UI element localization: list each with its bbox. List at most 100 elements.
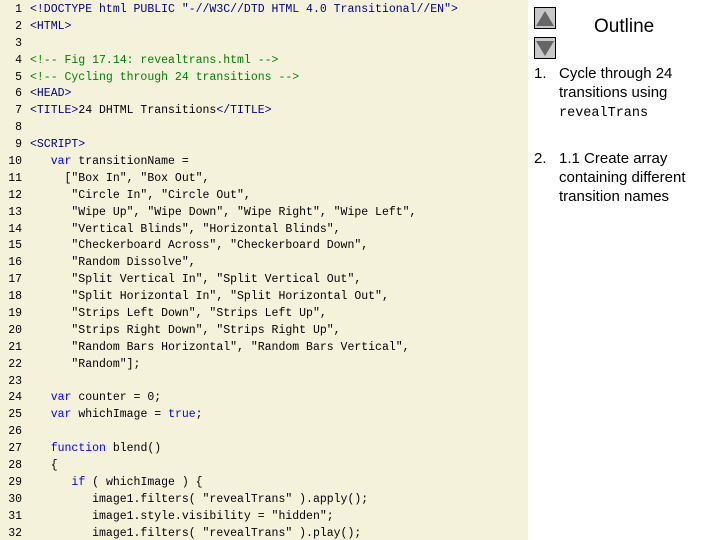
- code-token: "Split Vertical In", "Split Vertical Out…: [30, 273, 362, 287]
- line-number: 25: [8, 408, 22, 422]
- code-line: 7 <TITLE>24 DHTML Transitions</TITLE>: [0, 103, 528, 120]
- code-token: <!-- Fig 17.14: revealtrans.html -->: [30, 53, 279, 67]
- code-token: <HTML>: [30, 19, 72, 33]
- code-token: transitionName =: [71, 155, 189, 169]
- line-number: 20: [8, 323, 22, 337]
- previous-slide-button[interactable]: [534, 7, 556, 29]
- code-token: true: [168, 408, 196, 422]
- code-token: "Strips Left Down", "Strips Left Up",: [30, 307, 327, 321]
- line-number: 23: [8, 374, 22, 388]
- line-number: 26: [8, 425, 22, 439]
- code-line: 25 var whichImage = true;: [0, 407, 528, 424]
- code-line: 22 "Random"];: [0, 357, 528, 374]
- code-line: 24 var counter = 0;: [0, 390, 528, 407]
- line-number: 3: [15, 36, 22, 50]
- code-line: 23: [0, 374, 528, 391]
- code-token: var: [50, 408, 72, 422]
- outline-item-text: Cycle through 24 transitions using revea…: [559, 64, 719, 123]
- code-line: 18 "Split Horizontal In", "Split Horizon…: [0, 289, 528, 306]
- code-token: function: [50, 442, 106, 456]
- outline-item-code: revealTrans: [559, 106, 649, 121]
- code-line: 20 "Strips Right Down", "Strips Right Up…: [0, 323, 528, 340]
- code-line: 31 image1.style.visibility = "hidden";: [0, 509, 528, 526]
- code-token: "Random Bars Horizontal", "Random Bars V…: [30, 340, 410, 354]
- code-line: 12 "Circle In", "Circle Out",: [0, 188, 528, 205]
- line-number: 21: [8, 340, 22, 354]
- line-number: 11: [8, 171, 22, 185]
- code-token: var: [50, 155, 72, 169]
- code-token: "Wipe Up", "Wipe Down", "Wipe Right", "W…: [30, 205, 417, 219]
- code-token: ( whichImage ) {: [85, 475, 203, 489]
- code-line: 13 "Wipe Up", "Wipe Down", "Wipe Right",…: [0, 205, 528, 222]
- code-token: "Circle In", "Circle Out",: [30, 188, 251, 202]
- code-line: 14 "Vertical Blinds", "Horizontal Blinds…: [0, 222, 528, 239]
- code-token: image1.filters( "revealTrans" ).apply();: [30, 492, 369, 506]
- code-line: 6 <HEAD>: [0, 86, 528, 103]
- code-token: 24 DHTML Transitions: [78, 104, 217, 118]
- code-line: 17 "Split Vertical In", "Split Vertical …: [0, 272, 528, 289]
- line-number: 15: [8, 239, 22, 253]
- line-number: 12: [8, 188, 22, 202]
- line-number: 8: [15, 121, 22, 135]
- code-line: 1 <!DOCTYPE html PUBLIC "-//W3C//DTD HTML…: [0, 2, 528, 19]
- code-line: 30 image1.filters( "revealTrans" ).apply…: [0, 492, 528, 509]
- outline-item-number: 2.: [534, 150, 547, 167]
- code-line: 26: [0, 424, 528, 441]
- line-number: 24: [8, 391, 22, 405]
- line-number: 22: [8, 357, 22, 371]
- code-token: "Random Dissolve",: [30, 256, 196, 270]
- code-line: 8: [0, 120, 528, 137]
- line-number: 13: [8, 205, 22, 219]
- line-number: 19: [8, 307, 22, 321]
- next-slide-button[interactable]: [534, 37, 556, 59]
- line-number: 1: [15, 3, 22, 16]
- line-number: 17: [8, 273, 22, 287]
- code-line: 21 "Random Bars Horizontal", "Random Bar…: [0, 340, 528, 357]
- code-token: "Random"];: [30, 357, 141, 371]
- code-token: <!-- Cycling through 24 transitions -->: [30, 70, 300, 84]
- line-number: 18: [8, 290, 22, 304]
- code-lines: 1 <!DOCTYPE html PUBLIC "-//W3C//DTD HTML…: [0, 2, 528, 540]
- code-line: 9 <SCRIPT>: [0, 137, 528, 154]
- code-token: {: [30, 459, 58, 473]
- code-token: ;: [195, 408, 203, 422]
- code-listing: 1 <!DOCTYPE html PUBLIC "-//W3C//DTD HTML…: [0, 0, 528, 540]
- code-token: "Split Horizontal In", "Split Horizontal…: [30, 290, 389, 304]
- outline-item-text: 1.1 Create array containing different tr…: [559, 150, 686, 205]
- code-line: 5 <!-- Cycling through 24 transitions -->: [0, 70, 528, 87]
- code-token: if: [71, 475, 86, 489]
- code-token: whichImage =: [71, 408, 169, 422]
- code-token: counter = 0;: [71, 391, 162, 405]
- code-line: 19 "Strips Left Down", "Strips Left Up",: [0, 306, 528, 323]
- line-number: 10: [8, 155, 22, 169]
- outline-title: Outline: [594, 16, 655, 37]
- line-number: 30: [8, 492, 22, 506]
- code-line: 27 function blend(): [0, 441, 528, 458]
- code-token: <SCRIPT>: [30, 138, 86, 152]
- code-line: 11 ["Box In", "Box Out",: [0, 171, 528, 188]
- code-line: 28 {: [0, 458, 528, 475]
- code-token: "Strips Right Down", "Strips Right Up",: [30, 323, 341, 337]
- line-number: 31: [8, 509, 22, 523]
- line-number: 32: [8, 526, 22, 540]
- code-token: "Vertical Blinds", "Horizontal Blinds",: [30, 222, 341, 236]
- code-token: blend(): [105, 442, 162, 456]
- line-number: 2: [15, 19, 22, 33]
- code-token: var: [50, 391, 72, 405]
- line-number: 27: [8, 442, 22, 456]
- line-number: 6: [15, 87, 22, 101]
- line-number: 29: [8, 475, 22, 489]
- triangle-down-icon: [536, 40, 554, 56]
- code-line: 4 <!-- Fig 17.14: revealtrans.html -->: [0, 53, 528, 70]
- line-number: 4: [15, 53, 22, 67]
- code-token: ["Box In", "Box Out",: [30, 171, 210, 185]
- code-token: </TITLE>: [216, 104, 272, 118]
- code-line: 16 "Random Dissolve",: [0, 255, 528, 272]
- code-line: 15 "Checkerboard Across", "Checkerboard …: [0, 238, 528, 255]
- outline-item-label: Cycle through 24 transitions using: [559, 65, 673, 101]
